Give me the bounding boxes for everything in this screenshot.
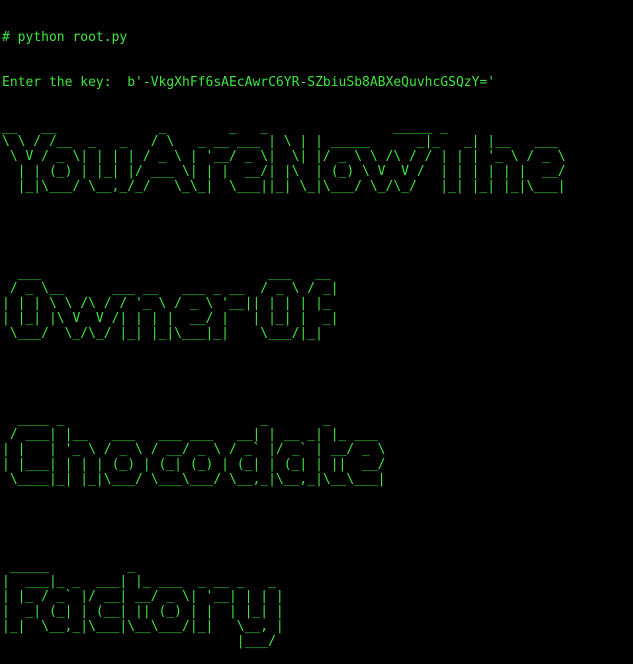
ascii-banner-factory: _____ _ | ___|_ _ ___| |_ ___ _ __ _ _ |… [2, 558, 284, 649]
key-prompt: Enter the key: b'-VkgXhFf6sAEcAwrC6YR-SZ… [2, 74, 496, 90]
banner-gap-2 [2, 372, 631, 384]
ascii-banner-you-are-now-the: __ __ _ _ _ _____ _ \ \ / /__ _ _ / \ _ … [2, 119, 566, 195]
terminal-window[interactable]: # python root.py Enter the key: b'-VkgXh… [0, 0, 633, 648]
ascii-banner-owner-of: ___ ___ __ / _ \__ ___ __ ___ _ __ / _ \… [2, 265, 339, 341]
ascii-banner-chocolate: ____ _ _ _ / ___| |__ ___ ___ ___ __| | … [2, 412, 386, 488]
banner-gap-3 [2, 518, 631, 530]
banner-gap-1 [2, 225, 631, 237]
command-line: # python root.py [2, 29, 128, 45]
